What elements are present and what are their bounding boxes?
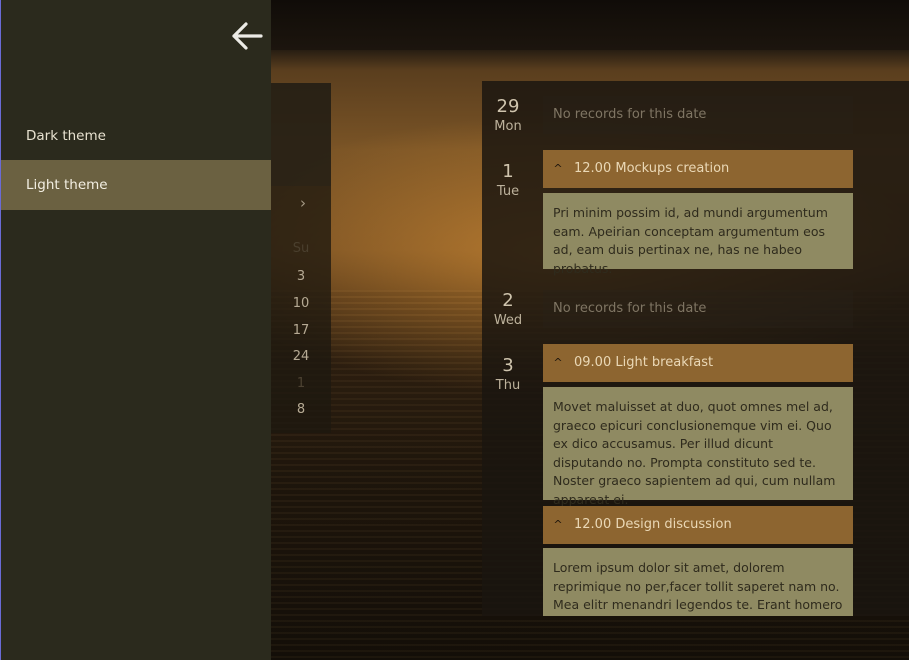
date-number: 29 bbox=[496, 96, 520, 117]
event-header[interactable]: ^ 12.00 Design discussion bbox=[543, 506, 853, 544]
date-weekday: Thu bbox=[495, 378, 521, 393]
calendar-day[interactable]: 10 bbox=[288, 296, 314, 311]
date-label: 1 Tue bbox=[482, 161, 534, 201]
agenda-list: 29 Mon No records for this date 1 Tue ^ … bbox=[482, 81, 909, 616]
event-header[interactable]: ^ 12.00 Mockups creation bbox=[543, 150, 853, 188]
calendar-day-next-month[interactable]: 1 bbox=[288, 376, 314, 391]
event-title: 12.00 Mockups creation bbox=[574, 161, 730, 176]
top-bar bbox=[271, 0, 909, 50]
date-weekday: Tue bbox=[496, 184, 520, 199]
chevron-up-icon[interactable]: ^ bbox=[551, 506, 565, 544]
menu-item-dark-theme[interactable]: Dark theme bbox=[1, 111, 271, 161]
date-label: 2 Wed bbox=[482, 290, 534, 330]
event-description: Pri minim possim id, ad mundi argumentum… bbox=[543, 193, 853, 276]
date-label: 3 Thu bbox=[482, 355, 534, 395]
date-number: 3 bbox=[502, 355, 514, 376]
chevron-up-icon[interactable]: ^ bbox=[551, 344, 565, 382]
back-button[interactable] bbox=[227, 16, 267, 56]
arrow-left-icon bbox=[232, 22, 263, 50]
event-title: 09.00 Light breakfast bbox=[574, 355, 714, 370]
calendar-day[interactable]: 8 bbox=[288, 402, 314, 417]
date-label: 29 Mon bbox=[482, 96, 534, 136]
no-records-message: No records for this date bbox=[543, 290, 853, 328]
event-description: Movet maluisset at duo, quot omnes mel a… bbox=[543, 387, 853, 507]
chevron-up-icon[interactable]: ^ bbox=[551, 150, 565, 188]
calendar-day[interactable]: 3 bbox=[288, 269, 314, 284]
event-title: 12.00 Design discussion bbox=[574, 517, 732, 532]
date-number: 2 bbox=[502, 290, 514, 311]
menu-item-light-theme[interactable]: Light theme bbox=[1, 160, 271, 210]
no-records-message: No records for this date bbox=[543, 96, 853, 134]
calendar-day[interactable]: 17 bbox=[288, 323, 314, 338]
calendar-day[interactable]: 24 bbox=[288, 349, 314, 364]
chevron-right-icon[interactable]: › bbox=[296, 193, 310, 213]
date-number: 1 bbox=[502, 161, 514, 182]
event-header[interactable]: ^ 09.00 Light breakfast bbox=[543, 344, 853, 382]
date-weekday: Mon bbox=[494, 119, 522, 134]
weekday-header-sunday: Su bbox=[292, 241, 310, 256]
navigation-drawer: Dark theme Light theme bbox=[0, 0, 271, 660]
date-weekday: Wed bbox=[493, 313, 523, 328]
event-description: Lorem ipsum dolor sit amet, dolorem repr… bbox=[543, 548, 853, 616]
